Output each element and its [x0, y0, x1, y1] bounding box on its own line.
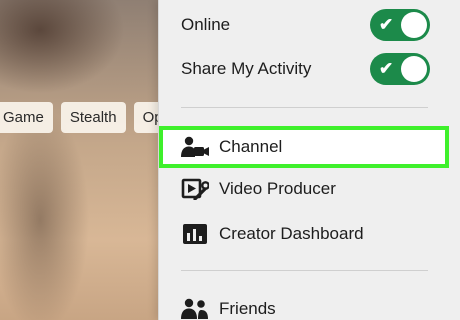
menu-item-friends[interactable]: Friends [181, 291, 438, 320]
tag-list: Game Stealth Ope [0, 102, 180, 133]
share-activity-toggle-row[interactable]: Share My Activity ✔ [181, 53, 430, 85]
menu-item-label: Video Producer [219, 179, 336, 198]
tag-game[interactable]: Game [0, 102, 53, 133]
menu-divider [181, 107, 428, 108]
video-producer-icon [181, 177, 209, 201]
user-dropdown-menu: Online ✔ Share My Activity ✔ Channel Vid… [158, 0, 460, 320]
menu-item-creator-dashboard[interactable]: Creator Dashboard [181, 216, 438, 252]
share-activity-label: Share My Activity [181, 59, 312, 78]
channel-camera-icon [181, 135, 209, 159]
toggle-knob [401, 12, 427, 38]
share-activity-toggle[interactable]: ✔ [370, 53, 430, 85]
menu-item-label: Channel [219, 137, 283, 156]
menu-item-label: Creator Dashboard [219, 224, 364, 243]
check-icon: ✔ [379, 15, 394, 34]
menu-item-label: Friends [219, 299, 276, 318]
friends-icon [181, 297, 209, 320]
toggle-knob [401, 56, 427, 82]
online-label: Online [181, 15, 231, 34]
creator-dashboard-icon [181, 222, 209, 246]
check-icon: ✔ [379, 59, 394, 78]
online-toggle-row[interactable]: Online ✔ [181, 9, 430, 41]
tag-stealth[interactable]: Stealth [60, 102, 126, 133]
menu-item-video-producer[interactable]: Video Producer [181, 171, 438, 207]
menu-divider [181, 270, 428, 271]
online-toggle[interactable]: ✔ [370, 9, 430, 41]
menu-item-channel[interactable]: Channel [181, 129, 438, 165]
